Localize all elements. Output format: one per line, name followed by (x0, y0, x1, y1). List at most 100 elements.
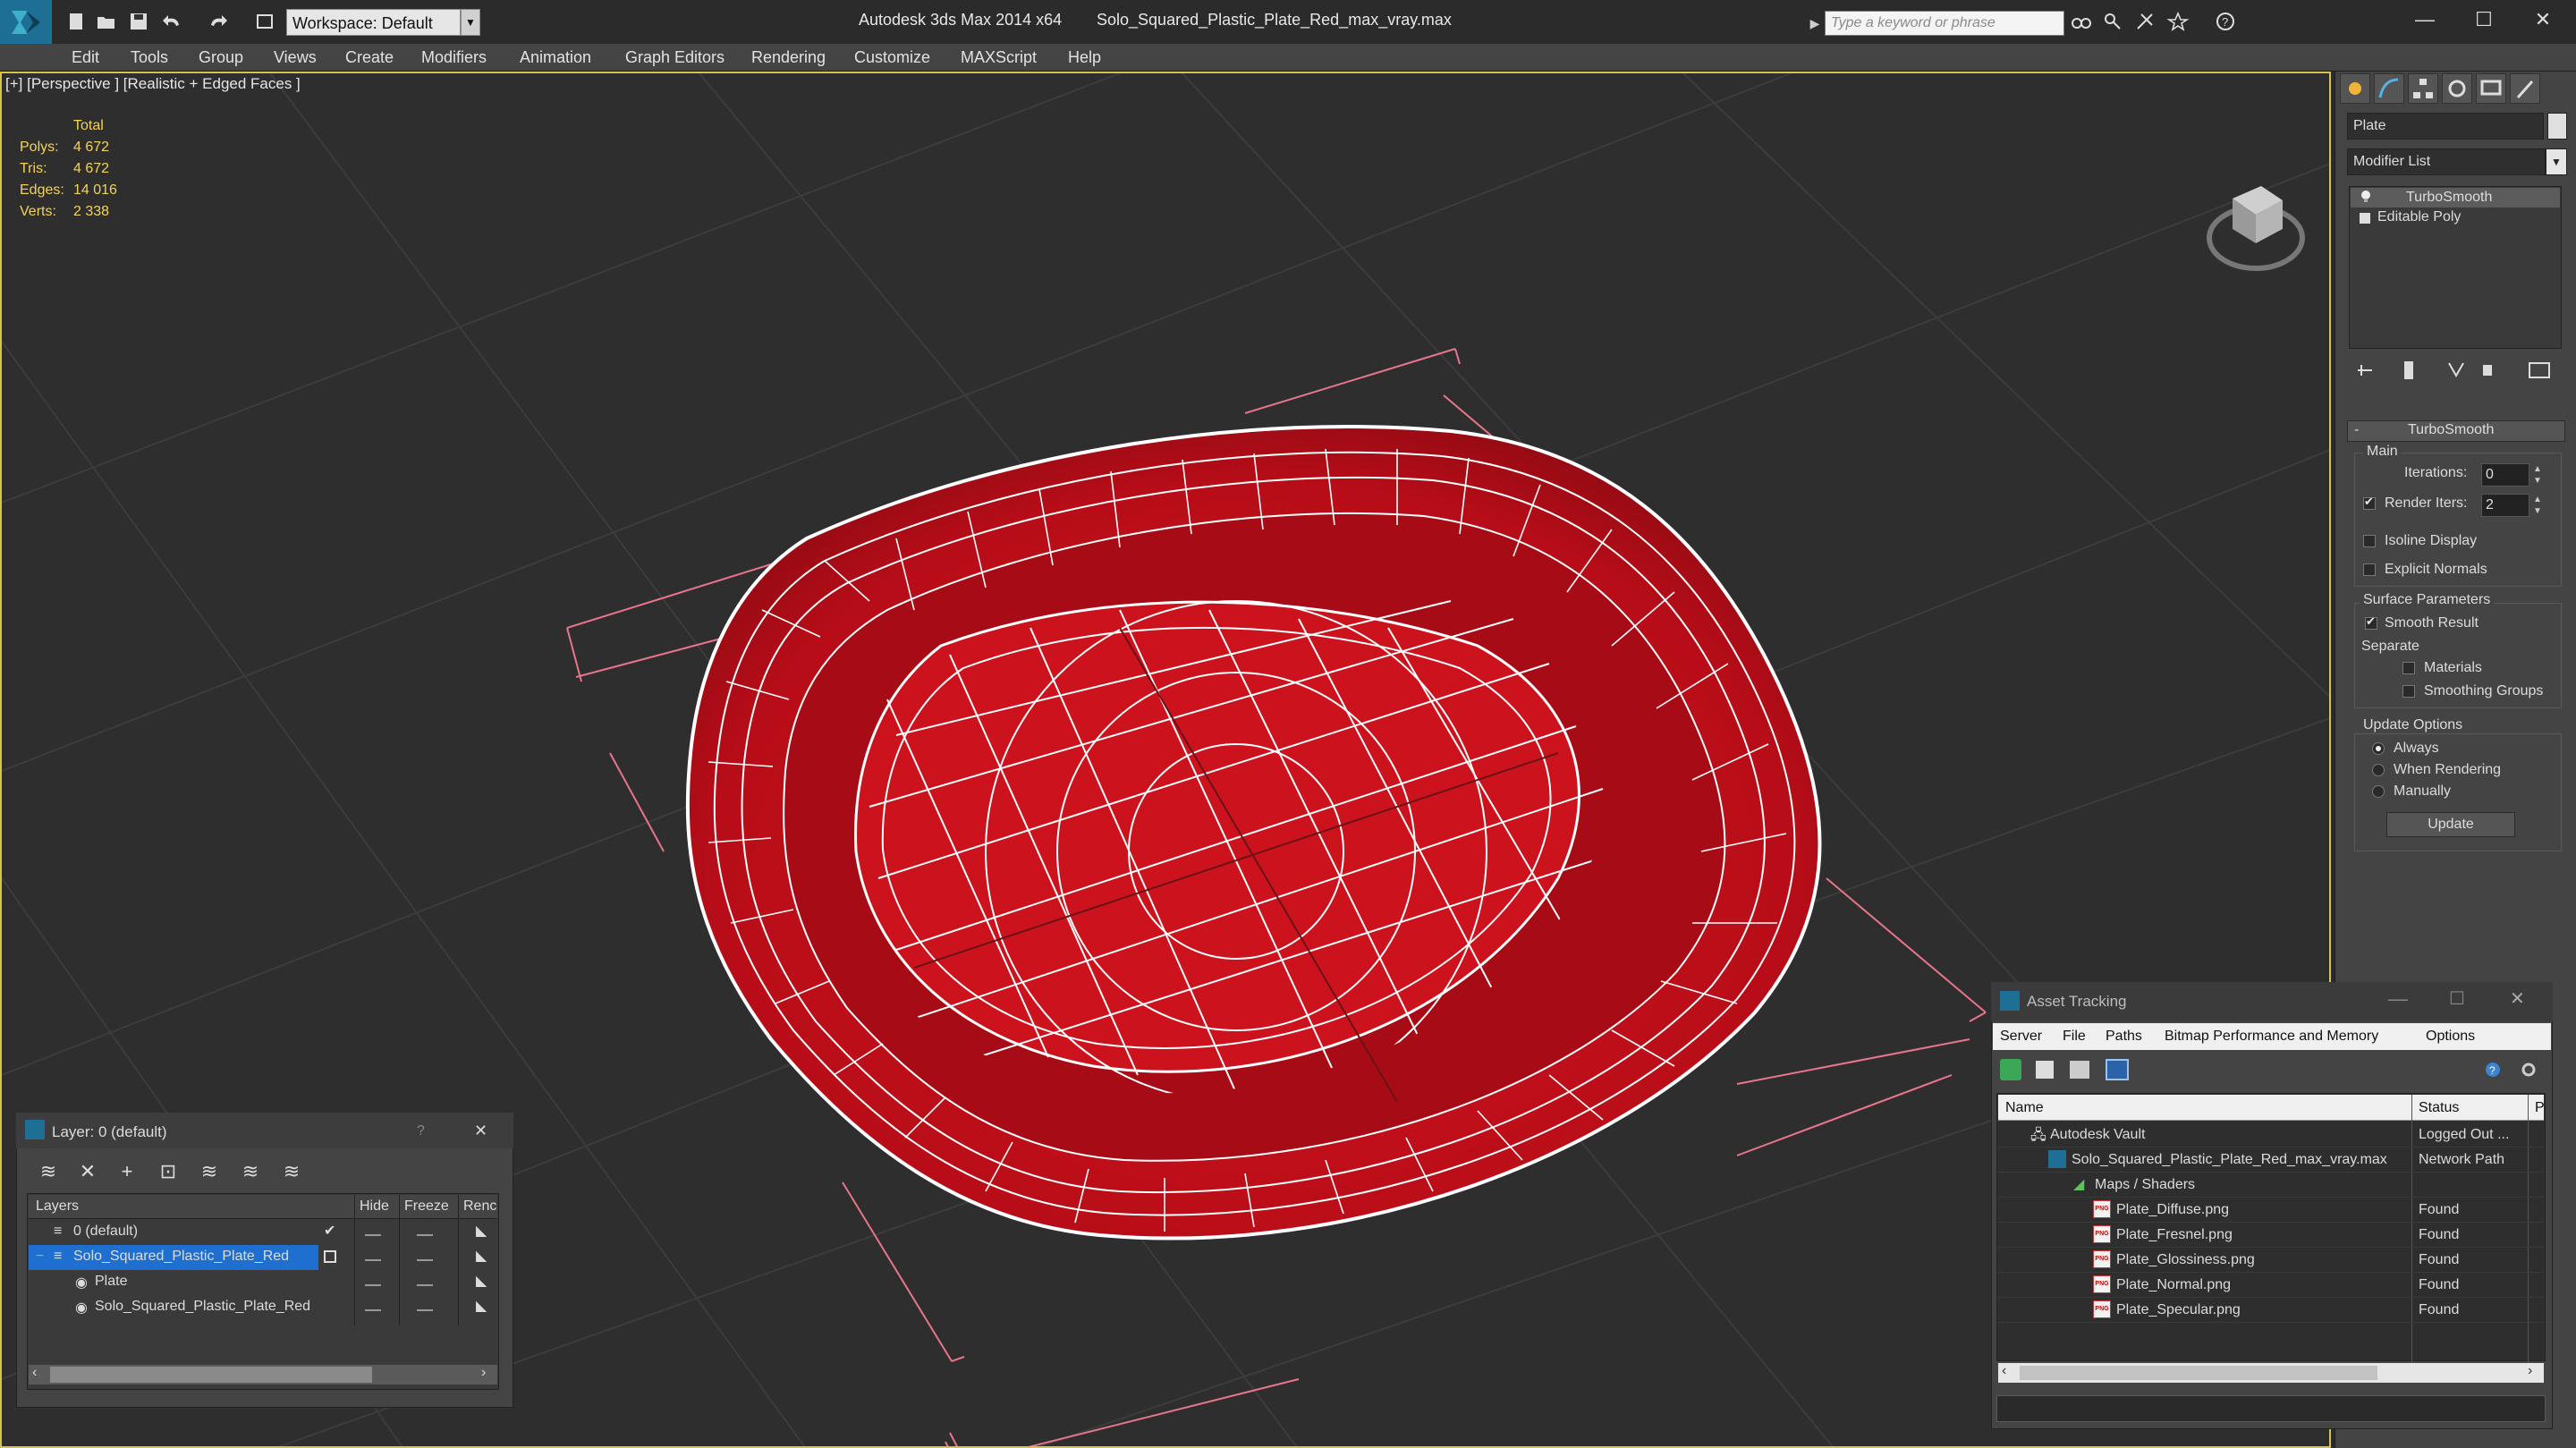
save-file-icon[interactable] (127, 11, 152, 34)
lightbulb-icon[interactable] (2360, 190, 2372, 204)
refresh-icon[interactable] (2000, 1059, 2021, 1080)
collapse-icon[interactable]: - (2354, 422, 2359, 438)
freeze-toggle[interactable] (417, 1259, 433, 1261)
key-icon[interactable] (2102, 11, 2127, 34)
close-button[interactable]: ✕ (2510, 987, 2525, 1010)
hide-all-icon[interactable]: ≋ (238, 1159, 263, 1184)
explicit-normals-checkbox[interactable] (2363, 563, 2376, 576)
minimize-button[interactable]: — (2388, 987, 2408, 1011)
menu-help[interactable]: Help (1068, 44, 1101, 71)
hierarchy-tab-icon[interactable] (2408, 73, 2438, 104)
when-rendering-radio[interactable] (2372, 764, 2385, 776)
menu-views[interactable]: Views (274, 44, 317, 71)
utilities-tab-icon[interactable] (2510, 73, 2540, 104)
star-icon[interactable] (2166, 11, 2191, 34)
viewport-label[interactable]: [+] [Perspective ] [Realistic + Edged Fa… (5, 75, 301, 93)
maximize-button[interactable]: ☐ (2449, 987, 2465, 1010)
chevron-right-icon[interactable]: ▶ (1807, 11, 1823, 36)
freeze-all-icon[interactable]: ≋ (279, 1159, 304, 1184)
add-icon[interactable]: + (114, 1159, 140, 1184)
close-button[interactable]: ✕ (474, 1122, 487, 1140)
freeze-toggle[interactable] (417, 1234, 433, 1236)
menu-customize[interactable]: Customize (854, 44, 930, 71)
help-icon[interactable]: ? (2215, 11, 2240, 34)
scrollbar-thumb[interactable] (2020, 1366, 2377, 1380)
hide-toggle[interactable] (365, 1284, 381, 1286)
materials-checkbox[interactable] (2402, 662, 2415, 674)
create-tab-icon[interactable] (2340, 73, 2370, 104)
asset-row[interactable] (1998, 1197, 2544, 1223)
menu-maxscript[interactable]: MAXScript (961, 44, 1037, 71)
asset-row[interactable] (1998, 1297, 2544, 1323)
smoothing-groups-checkbox[interactable] (2402, 685, 2415, 698)
render-teapot-icon[interactable]: ◣ (476, 1247, 487, 1265)
spinner-arrows-icon[interactable]: ▲ ▼ (2531, 463, 2544, 487)
binoculars-icon[interactable] (2070, 11, 2095, 34)
column-header[interactable]: Renc (463, 1198, 496, 1215)
asset-row[interactable] (1998, 1247, 2544, 1273)
column-header[interactable]: Layers (36, 1198, 79, 1215)
chevron-right-icon[interactable]: › (481, 1365, 486, 1381)
freeze-toggle[interactable] (417, 1309, 433, 1311)
manually-radio[interactable] (2372, 785, 2385, 798)
expand-icon[interactable]: − (36, 1249, 44, 1265)
settings-icon[interactable] (2519, 1061, 2538, 1079)
spinner-arrows-icon[interactable]: ▲ ▼ (2531, 494, 2544, 517)
menu-server[interactable]: Server (2000, 1029, 2042, 1045)
menu-bitmap-performance[interactable]: Bitmap Performance and Memory (2165, 1029, 2378, 1045)
menu-file[interactable]: File (2063, 1029, 2086, 1045)
list-view-icon[interactable] (2036, 1061, 2054, 1079)
new-file-icon[interactable] (64, 11, 89, 34)
minimize-button[interactable]: — (2394, 0, 2456, 39)
column-header[interactable]: Hide (360, 1198, 389, 1215)
modifier-list-dropdown[interactable]: Modifier List (2347, 148, 2546, 175)
delete-icon[interactable]: ✕ (75, 1159, 100, 1184)
current-layer-icon[interactable] (324, 1250, 336, 1263)
help-button[interactable]: ? (417, 1123, 425, 1139)
asset-row[interactable] (1998, 1272, 2544, 1298)
hide-toggle[interactable] (365, 1259, 381, 1261)
modify-tab-icon[interactable] (2374, 73, 2404, 104)
column-header[interactable]: Status (2419, 1100, 2459, 1116)
grid-view-icon[interactable] (2106, 1059, 2129, 1080)
search-input[interactable]: Type a keyword or phrase (1825, 11, 2064, 36)
workspace-dropdown[interactable]: Workspace: Default (286, 9, 461, 36)
motion-tab-icon[interactable] (2442, 73, 2472, 104)
asset-row[interactable] (1998, 1222, 2544, 1248)
square-icon[interactable] (2360, 213, 2370, 224)
menu-paths[interactable]: Paths (2106, 1029, 2142, 1045)
chevron-down-icon[interactable]: ▼ (2546, 148, 2567, 175)
menu-create[interactable]: Create (345, 44, 394, 71)
menu-modifiers[interactable]: Modifiers (421, 44, 487, 71)
menu-rendering[interactable]: Rendering (751, 44, 826, 71)
undo-icon[interactable] (161, 11, 186, 34)
smooth-result-checkbox[interactable] (2365, 614, 2377, 630)
menu-edit[interactable]: Edit (72, 44, 99, 71)
create-layer-icon[interactable]: ≋ (36, 1159, 61, 1184)
scrollbar-thumb[interactable] (50, 1367, 372, 1383)
select-objects-icon[interactable]: ⊡ (156, 1159, 181, 1184)
open-file-icon[interactable] (95, 11, 120, 34)
update-button[interactable]: Update (2386, 812, 2515, 837)
close-button[interactable]: ✕ (2512, 0, 2574, 39)
highlight-layer-icon[interactable]: ≋ (197, 1159, 222, 1184)
menu-animation[interactable]: Animation (520, 44, 591, 71)
display-tab-icon[interactable] (2476, 73, 2506, 104)
maximize-button[interactable]: ☐ (2453, 0, 2515, 39)
app-logo-button[interactable] (0, 0, 52, 44)
menu-tools[interactable]: Tools (131, 44, 168, 71)
checkmark-icon[interactable]: ✔ (324, 1222, 335, 1240)
object-color-swatch[interactable] (2547, 113, 2567, 140)
stack-item-label[interactable]: Editable Poly (2377, 209, 2461, 225)
render-teapot-icon[interactable]: ◣ (476, 1272, 487, 1290)
freeze-toggle[interactable] (417, 1284, 433, 1286)
render-iters-checkbox[interactable] (2363, 495, 2376, 510)
path-input[interactable] (1996, 1395, 2546, 1422)
render-iters-spinner[interactable]: 2 (2481, 494, 2529, 517)
chevron-right-icon[interactable]: › (2528, 1363, 2532, 1379)
chevron-left-icon[interactable]: ‹ (2002, 1363, 2006, 1379)
column-header[interactable]: Name (2005, 1100, 2044, 1116)
menu-options[interactable]: Options (2426, 1029, 2475, 1045)
isoline-display-checkbox[interactable] (2363, 535, 2376, 547)
iterations-spinner[interactable]: 0 (2481, 463, 2529, 487)
